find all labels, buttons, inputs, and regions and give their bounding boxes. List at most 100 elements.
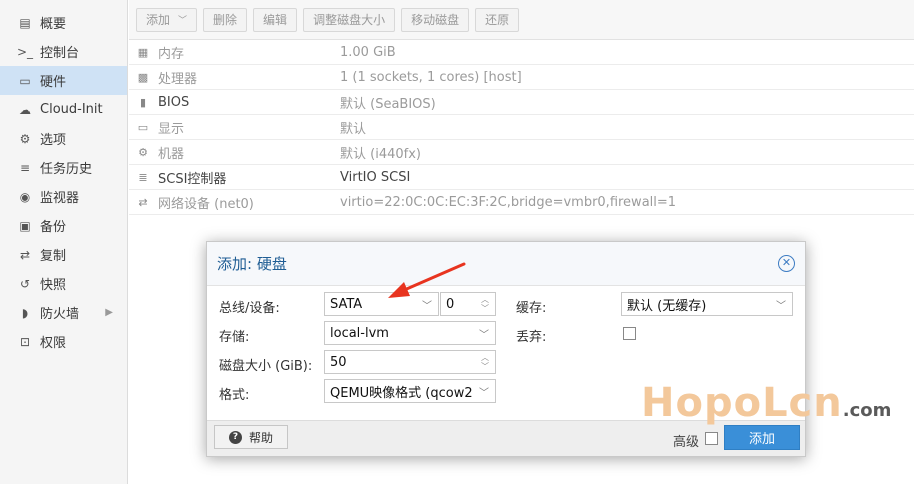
sidebar-item-label: 任务历史 [40, 162, 93, 177]
hardware-name: 机器 [158, 146, 185, 162]
storage-select[interactable]: local-lvm ﹀ [324, 321, 496, 345]
add-confirm-button[interactable]: 添加 [724, 425, 800, 450]
move-disk-button-label: 移动磁盘 [411, 13, 460, 27]
resize-disk-button-label: 调整磁盘大小 [313, 13, 386, 27]
format-select[interactable]: QEMU映像格式 (qcow2 ﹀ [324, 379, 496, 403]
cache-select-value: 默认 (无缓存) [627, 298, 707, 314]
toolbar: 添加 ﹀ 删除 编辑 调整磁盘大小 移动磁盘 还原 [129, 0, 914, 40]
edit-button-label: 编辑 [263, 13, 288, 27]
sidebar-item-replication[interactable]: ⇄ 复制 [0, 240, 127, 269]
dialog-title: 添加: 硬盘 [217, 255, 287, 273]
sidebar-item-task-history[interactable]: ≡ 任务历史 [0, 153, 127, 182]
floppy-icon: ▣ [19, 218, 31, 233]
hardware-name: 显示 [158, 121, 185, 137]
network-icon: ⇄ [138, 195, 148, 209]
hardware-row-display[interactable]: ▭ 显示 默认 [129, 115, 914, 140]
hardware-name: 处理器 [158, 71, 198, 87]
hardware-row-memory[interactable]: ▦ 内存 1.00 GiB [129, 40, 914, 65]
chevron-right-icon[interactable]: ▶ [105, 307, 113, 318]
watermark-text: HopoLcn [641, 380, 843, 426]
sidebar-item-label: 复制 [40, 249, 67, 264]
sidebar-item-label: 控制台 [40, 46, 80, 61]
move-disk-button[interactable]: 移动磁盘 [401, 7, 470, 32]
sidebar-item-snapshots[interactable]: ↺ 快照 [0, 269, 127, 298]
sidebar-item-label: 备份 [40, 220, 67, 235]
desktop-icon: ▭ [19, 73, 31, 88]
sidebar-item-firewall[interactable]: ◗ 防火墙 ▶ [0, 298, 127, 327]
terminal-icon: >_ [16, 44, 34, 59]
sidebar-item-monitor[interactable]: ◉ 监视器 [0, 182, 127, 211]
retweet-icon: ⇄ [19, 247, 31, 262]
hardware-row-scsi-controller[interactable]: ≣ SCSI控制器 VirtIO SCSI [129, 165, 914, 190]
hardware-row-bios[interactable]: ▮ BIOS 默认 (SeaBIOS) [129, 90, 914, 115]
disk-size-value: 50 [330, 354, 347, 370]
bus-select-value: SATA [330, 296, 363, 312]
sidebar-item-label: 选项 [40, 133, 67, 148]
cache-select[interactable]: 默认 (无缓存) ﹀ [621, 292, 793, 316]
revert-button[interactable]: 还原 [475, 7, 520, 32]
hardware-value: 默认 [340, 121, 367, 137]
chevron-down-icon: ﹀ [776, 300, 786, 312]
spinner-icon[interactable]: ︿ ﹀ [478, 353, 492, 371]
sidebar-item-label: 硬件 [40, 75, 67, 90]
watermark-logo: HopoLcn.com [641, 380, 891, 426]
hardware-value: 默认 (SeaBIOS) [340, 96, 436, 112]
storage-label: 存储: [219, 330, 250, 345]
chevron-down-icon: ﹀ [479, 329, 489, 341]
hardware-value: virtio=22:0C:0C:EC:3F:2C,bridge=vmbr0,fi… [340, 194, 677, 210]
sidebar-item-hardware[interactable]: ▭ 硬件 [0, 66, 127, 95]
database-icon: ≣ [138, 170, 148, 184]
resize-disk-button[interactable]: 调整磁盘大小 [303, 7, 396, 32]
monitor-icon: ▭ [137, 120, 149, 134]
close-icon[interactable]: ✕ [778, 255, 795, 272]
hardware-value: 1 (1 sockets, 1 cores) [host] [340, 69, 522, 85]
question-circle-icon: ? [229, 430, 242, 444]
sidebar-item-console[interactable]: >_ 控制台 [0, 37, 127, 66]
discard-checkbox[interactable] [623, 327, 636, 340]
add-button[interactable]: 添加 ﹀ [136, 7, 198, 32]
format-label: 格式: [219, 388, 250, 403]
hardware-row-processor[interactable]: ▩ 处理器 1 (1 sockets, 1 cores) [host] [129, 65, 914, 90]
sidebar-item-backup[interactable]: ▣ 备份 [0, 211, 127, 240]
disk-size-stepper[interactable]: 50 ︿ ﹀ [324, 350, 496, 374]
sidebar-item-label: 概要 [40, 17, 67, 32]
watermark-suffix: .com [842, 400, 892, 421]
discard-label: 丢弃: [516, 330, 547, 345]
storage-select-value: local-lvm [330, 325, 389, 341]
unlock-icon: ⊡ [19, 334, 31, 349]
advanced-checkbox[interactable] [705, 432, 718, 445]
hardware-name: BIOS [158, 94, 190, 110]
remove-button[interactable]: 删除 [203, 7, 248, 32]
annotation-arrow [388, 262, 466, 298]
cache-label: 缓存: [516, 301, 547, 316]
hardware-name: SCSI控制器 [158, 171, 227, 187]
hardware-value: 1.00 GiB [340, 44, 396, 60]
book-icon: ▤ [19, 15, 31, 30]
bus-device-label: 总线/设备: [219, 301, 280, 316]
hardware-row-machine[interactable]: ⚙ 机器 默认 (i440fx) [129, 140, 914, 165]
help-button-label: 帮助 [249, 430, 274, 445]
list-icon: ≡ [19, 160, 31, 175]
sidebar-item-options[interactable]: ⚙ 选项 [0, 124, 127, 153]
revert-button-label: 还原 [485, 13, 510, 27]
cogs-icon: ⚙ [138, 145, 148, 159]
hardware-value: VirtIO SCSI [340, 169, 411, 185]
edit-button[interactable]: 编辑 [253, 7, 298, 32]
eye-icon: ◉ [19, 189, 31, 204]
chevron-down-icon: ﹀ [178, 16, 188, 26]
sidebar-item-cloud-init[interactable]: ☁ Cloud-Init [0, 95, 127, 124]
hardware-row-network[interactable]: ⇄ 网络设备 (net0) virtio=22:0C:0C:EC:3F:2C,b… [129, 190, 914, 215]
sidebar: ▤ 概要 >_ 控制台 ▭ 硬件 ☁ Cloud-Init ⚙ 选项 ≡ 任务历… [0, 0, 128, 484]
sidebar-item-summary[interactable]: ▤ 概要 [0, 8, 127, 37]
spinner-icon[interactable]: ︿ ﹀ [478, 295, 492, 313]
chip-icon: ▮ [139, 95, 147, 109]
cloud-icon: ☁ [19, 102, 31, 117]
shield-icon: ◗ [21, 305, 29, 320]
sidebar-item-label: 监视器 [40, 191, 80, 206]
hardware-name: 网络设备 (net0) [158, 196, 254, 212]
sidebar-item-permissions[interactable]: ⊡ 权限 [0, 327, 127, 356]
cpu-icon: ▩ [137, 70, 149, 84]
help-button[interactable]: ? 帮助 [214, 425, 288, 449]
add-confirm-label: 添加 [748, 432, 775, 447]
chevron-down-icon: ﹀ [479, 387, 489, 399]
